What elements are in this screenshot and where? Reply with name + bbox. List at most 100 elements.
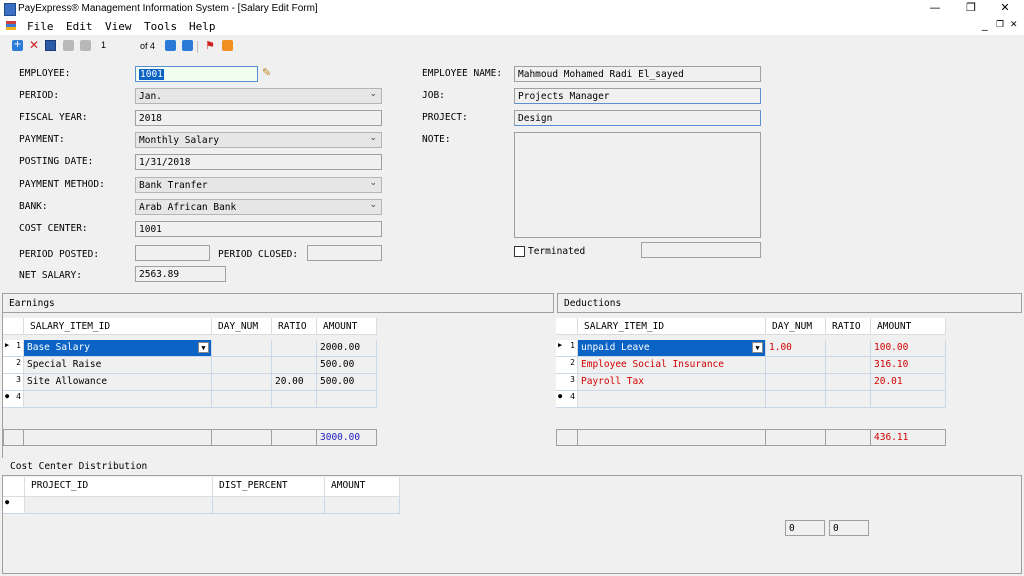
table-cell[interactable]: 100.00 <box>871 340 946 357</box>
cost-center-field[interactable]: 1001 <box>135 221 382 237</box>
pencil-icon[interactable]: ✎ <box>262 67 274 79</box>
table-cell[interactable]: unpaid Leave ▼ <box>578 340 766 357</box>
dropdown-icon[interactable]: ▼ <box>752 342 763 353</box>
table-cell[interactable]: 1.00 <box>766 340 826 357</box>
add-icon[interactable]: + <box>12 40 23 51</box>
table-cell[interactable]: Base Salary ▼ <box>24 340 212 357</box>
table-cell[interactable] <box>212 391 272 408</box>
next-record-icon[interactable] <box>165 40 176 51</box>
table-cell[interactable] <box>325 497 400 514</box>
table-cell[interactable]: Payroll Tax <box>578 374 766 391</box>
column-header[interactable]: DAY_NUM <box>766 318 826 335</box>
record-position[interactable]: 1 <box>101 40 106 50</box>
new-row-indicator[interactable]: ● <box>3 497 25 514</box>
flag-icon[interactable]: ⚑ <box>205 40 216 51</box>
first-record-icon[interactable] <box>63 40 74 51</box>
column-header[interactable]: SALARY_ITEM_ID <box>24 318 212 335</box>
payment-method-select[interactable]: Bank Tranfer ⌄ <box>135 177 382 193</box>
close-button[interactable]: ✕ <box>990 0 1020 17</box>
table-cell[interactable] <box>766 357 826 374</box>
menu-help[interactable]: Help <box>189 20 216 33</box>
row-indicator[interactable]: ▶ 1 <box>556 340 578 357</box>
minimize-button[interactable]: — <box>920 0 950 17</box>
chevron-down-icon[interactable]: ⌄ <box>369 133 377 144</box>
menu-edit[interactable]: Edit <box>66 20 93 33</box>
table-cell[interactable]: 20.00 <box>272 374 317 391</box>
bank-select[interactable]: Arab African Bank ⌄ <box>135 199 382 215</box>
menu-view[interactable]: View <box>105 20 132 33</box>
table-cell[interactable]: Special Raise <box>24 357 212 374</box>
last-record-icon[interactable] <box>182 40 193 51</box>
table-cell[interactable] <box>826 391 871 408</box>
row-header[interactable]: 2 <box>556 357 578 374</box>
chevron-down-icon[interactable]: ⌄ <box>369 89 377 100</box>
column-header[interactable]: AMOUNT <box>317 318 377 335</box>
chevron-down-icon[interactable]: ⌄ <box>369 200 377 211</box>
period-select[interactable]: Jan. ⌄ <box>135 88 382 104</box>
table-cell[interactable] <box>826 340 871 357</box>
table-cell[interactable] <box>272 340 317 357</box>
row-header[interactable]: 2 <box>3 357 24 374</box>
previous-record-icon[interactable] <box>80 40 91 51</box>
restore-button[interactable]: ❐ <box>956 0 986 17</box>
employee-field[interactable]: 1001 <box>135 66 258 82</box>
table-cell[interactable] <box>25 497 213 514</box>
posting-date-field[interactable]: 1/31/2018 <box>135 154 382 170</box>
terminated-checkbox[interactable] <box>514 246 525 257</box>
delete-icon[interactable]: ✕ <box>29 39 40 51</box>
dropdown-icon[interactable]: ▼ <box>198 342 209 353</box>
table-cell[interactable]: 2000.00 <box>317 340 377 357</box>
payment-select[interactable]: Monthly Salary ⌄ <box>135 132 382 148</box>
payment-label: PAYMENT: <box>19 134 65 145</box>
table-cell[interactable] <box>317 391 377 408</box>
menu-tools[interactable]: Tools <box>144 20 177 33</box>
column-header[interactable]: DIST_PERCENT <box>213 477 325 497</box>
column-header[interactable]: AMOUNT <box>325 477 400 497</box>
new-row-indicator[interactable]: ● 4 <box>3 391 24 408</box>
row-indicator[interactable]: ▶ 1 <box>3 340 24 357</box>
table-cell[interactable] <box>826 357 871 374</box>
table-cell[interactable]: 316.10 <box>871 357 946 374</box>
column-header[interactable]: RATIO <box>272 318 317 335</box>
table-cell[interactable] <box>826 374 871 391</box>
fiscal-year-field[interactable]: 2018 <box>135 110 382 126</box>
table-cell[interactable]: 500.00 <box>317 374 377 391</box>
table-cell[interactable] <box>24 391 212 408</box>
row-header[interactable]: 3 <box>556 374 578 391</box>
table-cell[interactable] <box>766 391 826 408</box>
period-posted-field[interactable] <box>135 245 210 261</box>
refresh-icon[interactable] <box>222 40 233 51</box>
table-cell[interactable]: 500.00 <box>317 357 377 374</box>
table-cell[interactable] <box>272 391 317 408</box>
column-header[interactable]: DAY_NUM <box>212 318 272 335</box>
earnings-total: 3000.00 <box>317 429 377 446</box>
cost-distribution-title: Cost Center Distribution <box>10 461 148 472</box>
table-cell[interactable]: 20.01 <box>871 374 946 391</box>
column-header[interactable]: AMOUNT <box>871 318 946 335</box>
mdi-close-button[interactable]: ✕ <box>1010 20 1018 30</box>
table-cell[interactable]: Site Allowance <box>24 374 212 391</box>
column-header[interactable]: RATIO <box>826 318 871 335</box>
chevron-down-icon[interactable]: ⌄ <box>369 178 377 189</box>
mdi-restore-button[interactable]: ❐ <box>996 20 1004 30</box>
period-closed-field[interactable] <box>307 245 382 261</box>
table-cell[interactable] <box>212 357 272 374</box>
table-cell[interactable] <box>578 391 766 408</box>
table-cell[interactable] <box>272 357 317 374</box>
column-header[interactable]: SALARY_ITEM_ID <box>578 318 766 335</box>
row-header[interactable]: 3 <box>3 374 24 391</box>
table-cell[interactable]: Employee Social Insurance <box>578 357 766 374</box>
terminated-date-field[interactable] <box>641 242 761 258</box>
table-cell[interactable] <box>212 374 272 391</box>
table-cell[interactable] <box>766 374 826 391</box>
column-header[interactable]: PROJECT_ID <box>25 477 213 497</box>
note-textarea[interactable] <box>514 132 761 238</box>
new-row-indicator[interactable]: ● 4 <box>556 391 578 408</box>
menu-file[interactable]: File <box>27 20 54 33</box>
fiscal-year-label: FISCAL YEAR: <box>19 112 88 123</box>
mdi-minimize-button[interactable]: _ <box>982 18 988 31</box>
table-cell[interactable] <box>213 497 325 514</box>
save-icon[interactable] <box>45 40 56 51</box>
table-cell[interactable] <box>871 391 946 408</box>
table-cell[interactable] <box>212 340 272 357</box>
